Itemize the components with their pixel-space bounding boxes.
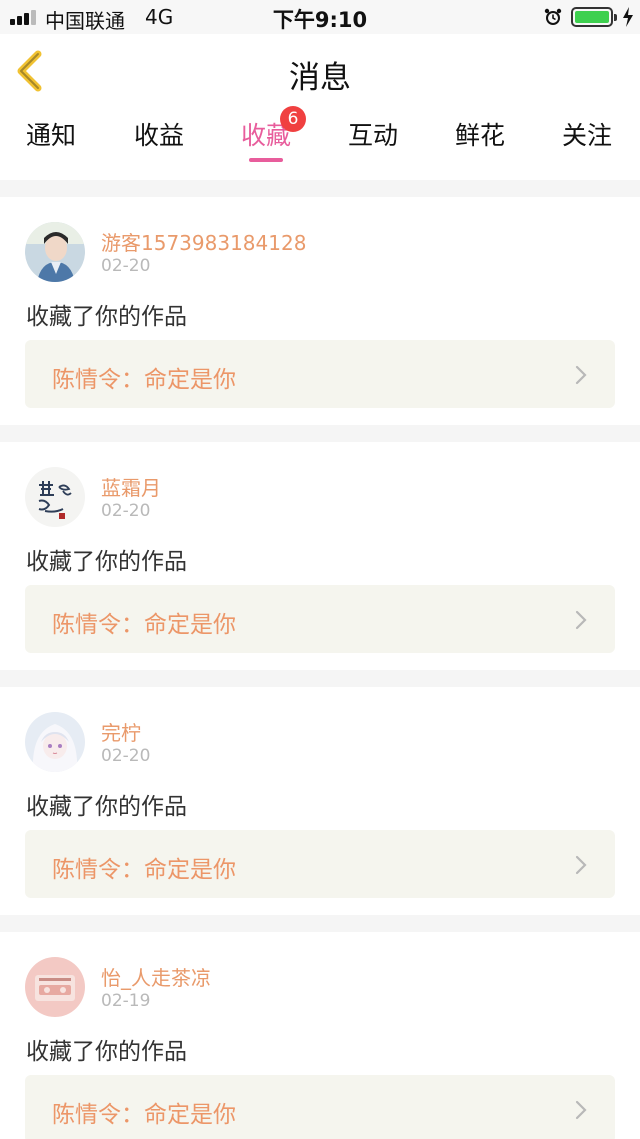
- message-date: 02-19: [101, 991, 151, 1011]
- message-date: 02-20: [101, 501, 151, 521]
- active-tab-indicator: [249, 158, 283, 162]
- chevron-right-icon: [575, 365, 587, 385]
- avatar[interactable]: [25, 957, 85, 1017]
- chevron-right-icon: [575, 610, 587, 630]
- work-link[interactable]: 陈情令：命定是你: [25, 830, 615, 898]
- tab-favorites[interactable]: 收藏 6: [216, 106, 316, 166]
- alarm-clock-icon: [544, 8, 562, 25]
- avatar[interactable]: [25, 467, 85, 527]
- nav-header: 消息: [0, 34, 640, 109]
- tab-flowers[interactable]: 鲜花: [430, 116, 530, 166]
- message-card: 蓝霜月 02-20 收藏了你的作品 陈情令：命定是你: [0, 442, 640, 670]
- username[interactable]: 完柠: [101, 717, 141, 746]
- message-list: 游客1573983184128 02-20 收藏了你的作品 陈情令：命定是你 蓝…: [0, 180, 640, 1139]
- message-date: 02-20: [101, 256, 151, 276]
- status-bar: 中国联通 4G 下午9:10: [0, 0, 640, 34]
- work-link[interactable]: 陈情令：命定是你: [25, 1075, 615, 1139]
- tab-notifications[interactable]: 通知: [1, 116, 101, 166]
- action-text: 收藏了你的作品: [26, 794, 187, 820]
- message-card: 游客1573983184128 02-20 收藏了你的作品 陈情令：命定是你: [0, 197, 640, 425]
- work-title: 陈情令：命定是你: [52, 1102, 236, 1128]
- message-date: 02-20: [101, 746, 151, 766]
- tab-earnings[interactable]: 收益: [109, 116, 209, 166]
- chevron-right-icon: [575, 1100, 587, 1120]
- username[interactable]: 蓝霜月: [101, 472, 161, 501]
- screen: 中国联通 4G 下午9:10 消息 通知 收益 收藏 6 互动 鲜花 关注 游客…: [0, 0, 640, 1139]
- chevron-right-icon: [575, 855, 587, 875]
- tab-interactions[interactable]: 互动: [323, 116, 423, 166]
- action-text: 收藏了你的作品: [26, 304, 187, 330]
- work-title: 陈情令：命定是你: [52, 367, 236, 393]
- tab-label: 通知: [25, 121, 76, 150]
- work-link[interactable]: 陈情令：命定是你: [25, 340, 615, 408]
- message-card: 完柠 02-20 收藏了你的作品 陈情令：命定是你: [0, 687, 640, 915]
- tab-following[interactable]: 关注: [537, 116, 637, 166]
- action-text: 收藏了你的作品: [26, 549, 187, 575]
- username[interactable]: 游客1573983184128: [101, 227, 306, 256]
- action-text: 收藏了你的作品: [26, 1039, 187, 1065]
- tab-label: 收益: [133, 121, 184, 150]
- tab-label: 互动: [347, 121, 398, 150]
- page-title: 消息: [289, 60, 351, 96]
- tab-label: 鲜花: [454, 121, 505, 150]
- lightning-bolt-icon: [623, 7, 633, 27]
- work-title: 陈情令：命定是你: [52, 857, 236, 883]
- battery-icon: [571, 7, 617, 27]
- avatar[interactable]: [25, 222, 85, 282]
- work-title: 陈情令：命定是你: [52, 612, 236, 638]
- unread-badge: 6: [280, 106, 306, 132]
- message-card: 怡_人走茶凉 02-19 收藏了你的作品 陈情令：命定是你: [0, 932, 640, 1139]
- avatar[interactable]: [25, 712, 85, 772]
- tab-bar: 通知 收益 收藏 6 互动 鲜花 关注: [0, 106, 640, 180]
- work-link[interactable]: 陈情令：命定是你: [25, 585, 615, 653]
- tab-label: 关注: [561, 121, 612, 150]
- username[interactable]: 怡_人走茶凉: [101, 962, 211, 991]
